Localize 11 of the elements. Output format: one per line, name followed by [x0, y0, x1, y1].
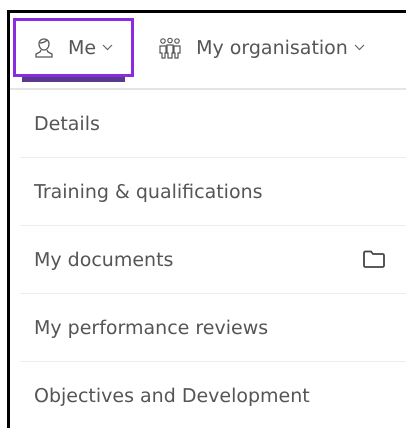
caret-icon	[354, 44, 365, 51]
menu-item[interactable]: My performance reviews	[20, 294, 406, 362]
menu-tab[interactable]: My organisation	[137, 18, 386, 77]
caret-icon	[102, 44, 114, 51]
menu-item[interactable]: Objectives and Development	[20, 362, 406, 428]
menu-item[interactable]: Details	[20, 90, 406, 158]
person-icon	[34, 36, 54, 58]
menu-item[interactable]: Training & qualifications	[20, 158, 406, 226]
folder-icon	[362, 250, 386, 269]
people-icon	[158, 36, 182, 58]
menu-item[interactable]: My documents	[20, 226, 406, 294]
